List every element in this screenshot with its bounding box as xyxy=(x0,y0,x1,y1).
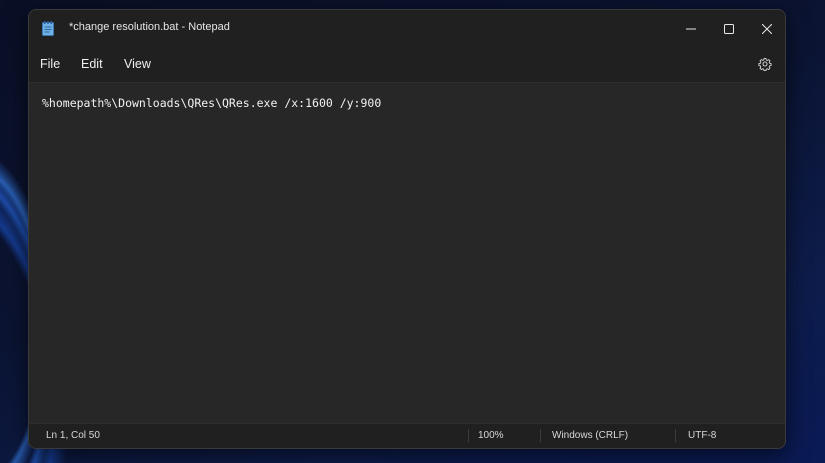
status-bar: Ln 1, Col 50 100% Windows (CRLF) UTF-8 xyxy=(29,423,785,448)
line-ending[interactable]: Windows (CRLF) xyxy=(552,430,628,441)
maximize-button[interactable] xyxy=(709,10,749,46)
encoding[interactable]: UTF-8 xyxy=(688,430,716,441)
notepad-window: *change resolution.bat - Notepad File Ed… xyxy=(28,9,786,449)
zoom-level[interactable]: 100% xyxy=(478,430,504,441)
title-bar[interactable]: *change resolution.bat - Notepad xyxy=(29,10,785,48)
status-divider xyxy=(675,429,676,442)
menu-bar: File Edit View xyxy=(29,48,785,82)
settings-button[interactable] xyxy=(755,55,775,75)
menu-edit[interactable]: Edit xyxy=(81,57,103,71)
minimize-icon xyxy=(686,19,696,38)
close-icon xyxy=(761,19,773,38)
menu-view[interactable]: View xyxy=(124,57,151,71)
cursor-position[interactable]: Ln 1, Col 50 xyxy=(46,430,100,441)
gear-icon xyxy=(758,56,772,75)
menu-file[interactable]: File xyxy=(40,57,60,71)
status-divider xyxy=(468,429,469,442)
text-editor[interactable]: %homepath%\Downloads\QRes\QRes.exe /x:16… xyxy=(29,82,785,427)
close-button[interactable] xyxy=(747,10,785,46)
minimize-button[interactable] xyxy=(671,10,711,46)
editor-content[interactable]: %homepath%\Downloads\QRes\QRes.exe /x:16… xyxy=(42,96,381,110)
window-title: *change resolution.bat - Notepad xyxy=(69,21,230,33)
notepad-icon xyxy=(42,21,54,36)
maximize-icon xyxy=(724,19,734,38)
status-divider xyxy=(540,429,541,442)
